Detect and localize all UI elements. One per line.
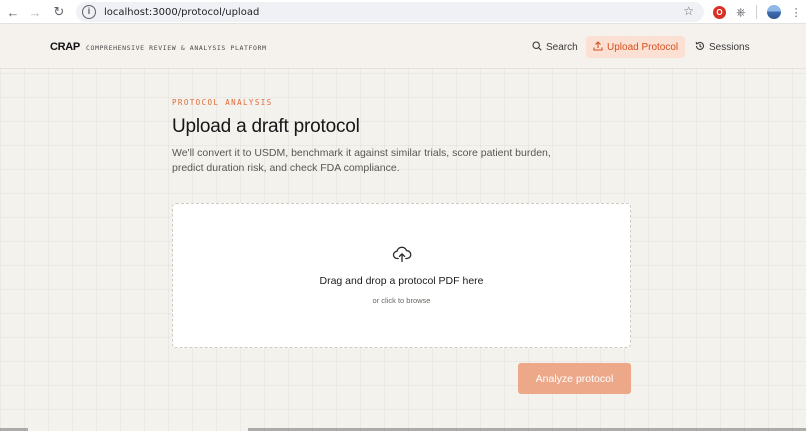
- arrow-right-icon: →: [28, 4, 42, 20]
- address-bar[interactable]: i localhost:3000/protocol/upload ☆: [76, 2, 704, 22]
- extensions-area: O ⎈ ⋮: [708, 3, 802, 21]
- browser-toolbar: ← → ↻ i localhost:3000/protocol/upload ☆…: [0, 0, 806, 24]
- kebab-menu-icon[interactable]: ⋮: [791, 6, 802, 19]
- opera-extension-icon[interactable]: O: [713, 5, 726, 19]
- analyze-protocol-button[interactable]: Analyze protocol: [518, 363, 631, 394]
- nav-search[interactable]: Search: [525, 36, 585, 58]
- nav-upload-label: Upload Protocol: [607, 41, 679, 53]
- info-icon[interactable]: i: [82, 5, 96, 19]
- file-dropzone[interactable]: Drag and drop a protocol PDF here or cli…: [172, 203, 631, 348]
- reload-button[interactable]: ↻: [48, 1, 70, 23]
- brand-subtitle: COMPREHENSIVE REVIEW & ANALYSIS PLATFORM: [86, 44, 267, 52]
- arrow-left-icon: ←: [6, 4, 20, 20]
- page-title: Upload a draft protocol: [172, 116, 360, 137]
- nav-sessions-label: Sessions: [709, 41, 750, 53]
- page-description: We'll convert it to USDM, benchmark it a…: [172, 147, 551, 174]
- nav-upload-protocol[interactable]: Upload Protocol: [586, 36, 686, 58]
- dropzone-title: Drag and drop a protocol PDF here: [319, 275, 484, 287]
- back-button[interactable]: ←: [2, 1, 24, 23]
- app-page: CRAP COMPREHENSIVE REVIEW & ANALYSIS PLA…: [0, 25, 806, 431]
- section-eyebrow: PROTOCOL ANALYSIS: [172, 98, 273, 107]
- cloud-upload-icon: [392, 244, 412, 264]
- upload-icon: [593, 40, 603, 54]
- bookmark-star-icon[interactable]: ☆: [683, 4, 694, 18]
- app-header: CRAP COMPREHENSIVE REVIEW & ANALYSIS PLA…: [0, 25, 806, 69]
- nav-sessions[interactable]: Sessions: [688, 36, 757, 58]
- forward-button[interactable]: →: [24, 1, 46, 23]
- url-text: localhost:3000/protocol/upload: [104, 6, 260, 18]
- dropzone-browse-hint[interactable]: or click to browse: [173, 296, 630, 305]
- history-icon: [695, 41, 705, 54]
- nav-search-label: Search: [546, 41, 578, 53]
- profile-avatar-icon[interactable]: [766, 5, 781, 19]
- toolbar-divider: [755, 5, 757, 19]
- brand-logo[interactable]: CRAP: [50, 41, 80, 53]
- puzzle-icon[interactable]: ⎈: [736, 5, 746, 20]
- search-icon: [532, 40, 542, 54]
- reload-icon: ↻: [53, 4, 65, 19]
